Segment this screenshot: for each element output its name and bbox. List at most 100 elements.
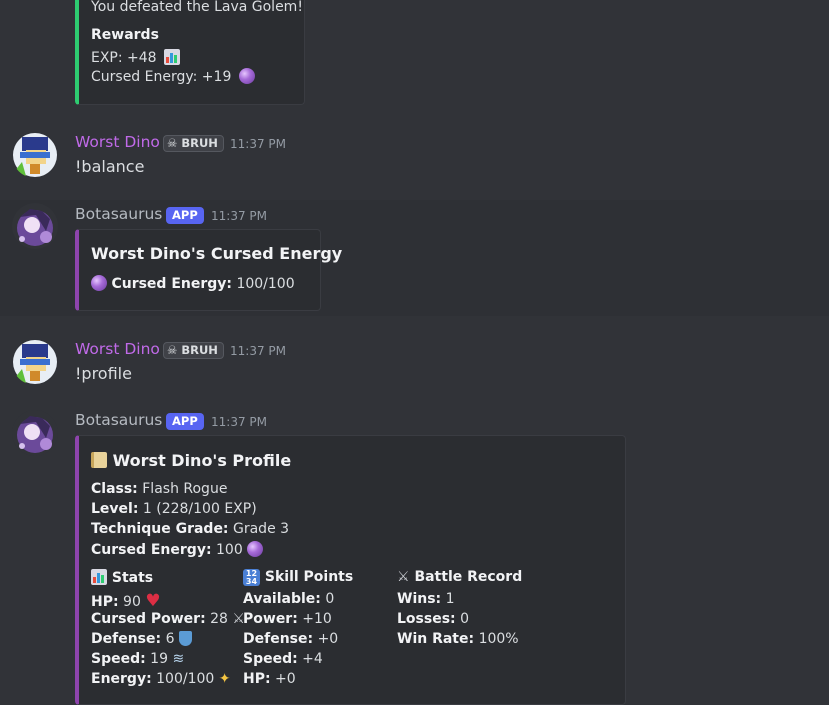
skill-label: Available:: [243, 591, 321, 607]
app-badge: APP: [166, 413, 204, 430]
ce-label: Cursed Energy:: [91, 542, 212, 558]
battle-record-heading: ⚔ Battle Record: [397, 569, 522, 585]
crystal-ball-icon: [247, 541, 264, 557]
skill-label: Defense:: [243, 631, 314, 647]
level-value: 1 (228/100 EXP): [142, 501, 257, 517]
bot-avatar[interactable]: [12, 203, 58, 249]
crossed-swords-icon: ⚔: [397, 569, 410, 585]
battle-result-embed: You defeated the Lava Golem! Rewards EXP…: [75, 0, 305, 105]
battle-wins: Wins: 1: [397, 591, 455, 607]
dash-icon: ≋: [172, 651, 185, 667]
sparkles-icon: ✦: [218, 671, 231, 687]
skill-title: Skill Points: [264, 569, 354, 585]
skull-icon: ☠: [167, 136, 178, 150]
cursed-reward: Cursed Energy: +19: [91, 68, 255, 85]
stats-title: Stats: [111, 570, 154, 586]
stat-label: Speed:: [91, 651, 146, 667]
battle-label: Losses:: [397, 611, 456, 627]
skill-value: +10: [302, 611, 332, 627]
bar-chart-icon: [91, 569, 107, 585]
stat-label: Cursed Power:: [91, 611, 206, 627]
stat-hp: HP: 90 ♥: [91, 591, 161, 611]
shield-icon: [178, 631, 192, 646]
timestamp[interactable]: 11:37 PM: [211, 209, 267, 223]
skill-speed: Speed: +4: [243, 651, 323, 667]
stat-cursed-power: Cursed Power: 28 ⚔: [91, 611, 245, 627]
cursed-reward-text: Cursed Energy: +19: [91, 69, 232, 85]
skill-label: Speed:: [243, 651, 298, 667]
skill-label: HP:: [243, 671, 271, 687]
embed-line: You defeated the Lava Golem!: [91, 0, 303, 15]
exp-reward: EXP: +48: [91, 49, 181, 66]
role-tag: ☠ BRUH: [163, 135, 224, 152]
author-name[interactable]: Worst Dino: [75, 133, 160, 151]
timestamp[interactable]: 11:37 PM: [230, 137, 286, 151]
stat-value: 19: [150, 651, 168, 667]
role-tag: ☠ BRUH: [163, 342, 224, 359]
avatar[interactable]: [12, 132, 58, 178]
skill-value: +4: [302, 651, 323, 667]
message-content: !balance: [75, 157, 145, 176]
stat-speed: Speed: 19 ≋: [91, 651, 184, 667]
author-name[interactable]: Botasaurus: [75, 411, 162, 429]
timestamp[interactable]: 11:37 PM: [211, 415, 267, 429]
stat-label: HP:: [91, 594, 119, 610]
cursed-energy-embed: Worst Dino's Cursed Energy Cursed Energy…: [75, 229, 342, 311]
skill-value: +0: [317, 631, 339, 647]
stat-value: 100/100: [156, 671, 215, 687]
battle-label: Wins:: [397, 591, 442, 607]
grade-line: Technique Grade: Grade 3: [91, 521, 289, 537]
battle-value: 1: [445, 591, 455, 607]
role-tag-text: BRUH: [181, 343, 218, 357]
exp-reward-text: EXP: +48: [91, 50, 157, 66]
skill-points-heading: 12 34 Skill Points: [243, 569, 353, 586]
skill-available: Available: 0: [243, 591, 334, 607]
battle-losses: Losses: 0: [397, 611, 469, 627]
skill-defense: Defense: +0: [243, 631, 338, 647]
battle-value: 0: [460, 611, 470, 627]
stat-energy: Energy: 100/100 ✦: [91, 671, 231, 687]
stats-heading: Stats: [91, 569, 153, 586]
skill-value: +0: [275, 671, 296, 687]
level-line: Level: 1 (228/100 EXP): [91, 501, 257, 517]
heart-icon: ♥: [145, 591, 161, 611]
app-badge: APP: [166, 207, 204, 224]
embed-title: Worst Dino's Cursed Energy: [91, 244, 343, 263]
skill-value: 0: [325, 591, 335, 607]
profile-embed: Worst Dino's Profile Class: Flash Rogue …: [75, 435, 626, 705]
skull-icon: ☠: [167, 343, 178, 357]
cursed-energy-line: Cursed Energy: 100: [91, 541, 264, 558]
author-name[interactable]: Botasaurus: [75, 205, 162, 223]
skill-label: Power:: [243, 611, 298, 627]
field-label: Cursed Energy:: [111, 276, 232, 292]
class-line: Class: Flash Rogue: [91, 481, 227, 497]
level-label: Level:: [91, 501, 139, 517]
rewards-heading: Rewards: [91, 27, 159, 43]
grade-value: Grade 3: [233, 521, 290, 537]
timestamp[interactable]: 11:37 PM: [230, 344, 286, 358]
bar-chart-icon: [164, 49, 181, 65]
input-numbers-icon: 12 34: [243, 569, 260, 586]
stat-defense: Defense: 6: [91, 631, 192, 647]
stat-value: 90: [123, 594, 141, 610]
battle-label: Win Rate:: [397, 631, 475, 647]
stat-label: Defense:: [91, 631, 162, 647]
stat-value: 6: [165, 631, 175, 647]
crystal-ball-icon: [238, 68, 255, 84]
battle-value: 100%: [478, 631, 519, 647]
bot-avatar[interactable]: [12, 410, 58, 456]
battle-win-rate: Win Rate: 100%: [397, 631, 519, 647]
battle-title: Battle Record: [414, 569, 523, 585]
embed-title: Worst Dino's Profile: [91, 451, 291, 470]
embed-title-text: Worst Dino's Profile: [112, 451, 292, 470]
avatar[interactable]: [12, 339, 58, 385]
skill-power: Power: +10: [243, 611, 332, 627]
class-value: Flash Rogue: [142, 481, 228, 497]
scroll-icon: [91, 452, 107, 468]
ce-value: 100: [216, 542, 243, 558]
stat-value: 28: [210, 611, 228, 627]
crystal-ball-icon: [91, 275, 107, 291]
stat-label: Energy:: [91, 671, 152, 687]
class-label: Class:: [91, 481, 138, 497]
author-name[interactable]: Worst Dino: [75, 340, 160, 358]
